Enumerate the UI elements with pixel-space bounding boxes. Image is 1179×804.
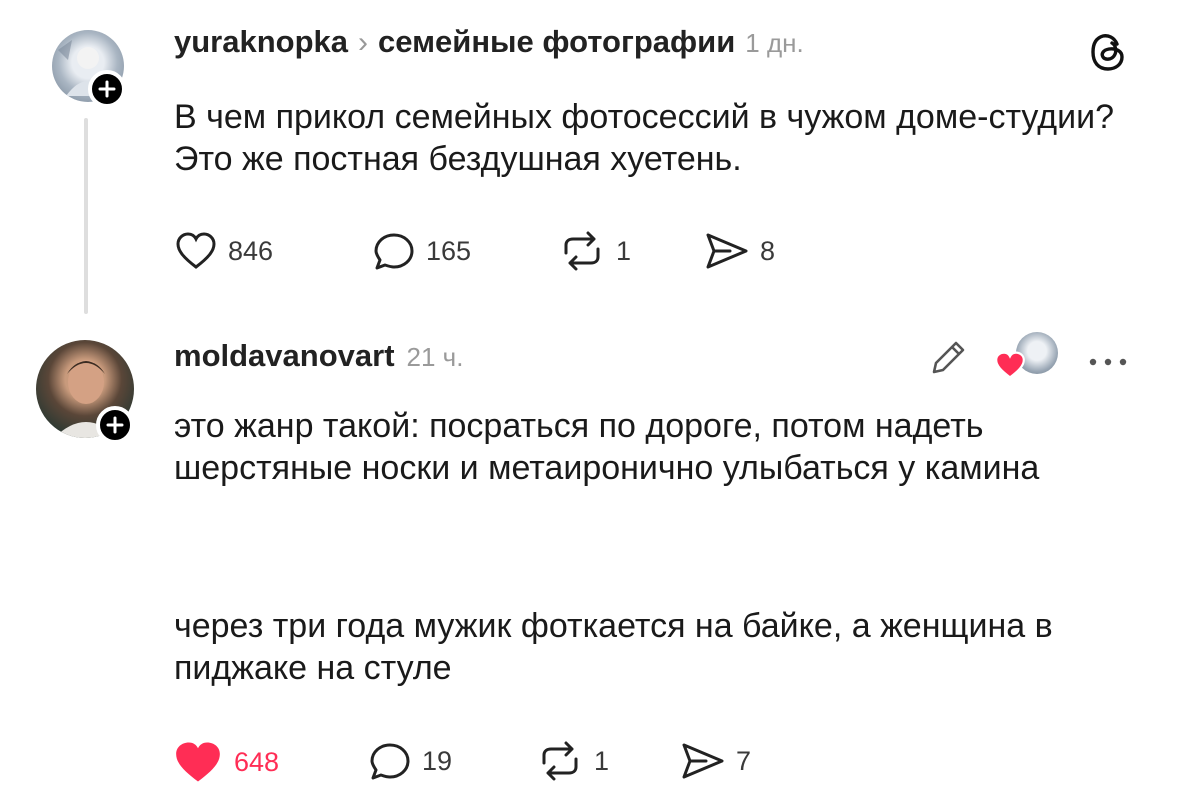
repost-icon <box>564 231 600 271</box>
post-text: В чем прикол семейных фотосессий в чужом… <box>174 98 1114 178</box>
comment-count: 19 <box>422 745 453 776</box>
heart-icon <box>176 232 216 269</box>
comment-button[interactable]: 19 <box>368 741 452 781</box>
follow-plus-button-reply[interactable] <box>96 406 134 444</box>
repost-button[interactable]: 1 <box>558 231 631 271</box>
pencil-icon[interactable] <box>926 336 970 385</box>
share-button[interactable]: 7 <box>680 741 751 781</box>
like-button-liked[interactable]: 648 <box>172 739 279 785</box>
like-count: 648 <box>234 746 280 777</box>
like-count: 846 <box>228 235 274 266</box>
reply-paragraph-2: через три года мужик фоткается на байке,… <box>174 607 1053 687</box>
reply-time: 21 ч. <box>406 342 464 372</box>
heart-icon <box>995 351 1025 379</box>
reply-header: moldavanovart 21 ч. <box>174 338 463 374</box>
comment-count: 165 <box>426 235 472 266</box>
share-icon <box>706 233 748 269</box>
plus-icon <box>98 80 116 98</box>
like-button[interactable]: 846 <box>174 231 273 271</box>
reply-paragraph-1: это жанр такой: посраться по дороге, пот… <box>174 407 1040 487</box>
comment-icon <box>370 743 410 780</box>
share-icon <box>682 743 724 779</box>
comment-icon <box>374 233 414 270</box>
heart-filled-icon <box>176 742 220 782</box>
repost-count: 1 <box>594 745 610 776</box>
repost-button[interactable]: 1 <box>536 741 609 781</box>
threads-logo-icon[interactable] <box>1088 30 1128 79</box>
plus-icon <box>106 416 124 434</box>
reply-username[interactable]: moldavanovart <box>174 338 395 374</box>
liked-by-author-icon <box>994 332 1064 384</box>
share-button[interactable]: 8 <box>704 231 775 271</box>
post-time: 1 дн. <box>745 28 804 58</box>
more-icon[interactable] <box>1088 354 1128 372</box>
post-topic[interactable]: семейные фотографии <box>378 24 735 60</box>
share-count: 7 <box>736 745 752 776</box>
comment-button[interactable]: 165 <box>372 231 471 271</box>
post-username[interactable]: yuraknopka <box>174 24 348 60</box>
repost-count: 1 <box>616 235 632 266</box>
follow-plus-button[interactable] <box>88 70 126 108</box>
post-header: yuraknopka › семейные фотографии 1 дн. <box>174 24 804 60</box>
chevron-right-icon: › <box>358 26 369 59</box>
share-count: 8 <box>760 235 776 266</box>
repost-icon <box>542 741 578 781</box>
thread-connector-line <box>84 118 88 314</box>
